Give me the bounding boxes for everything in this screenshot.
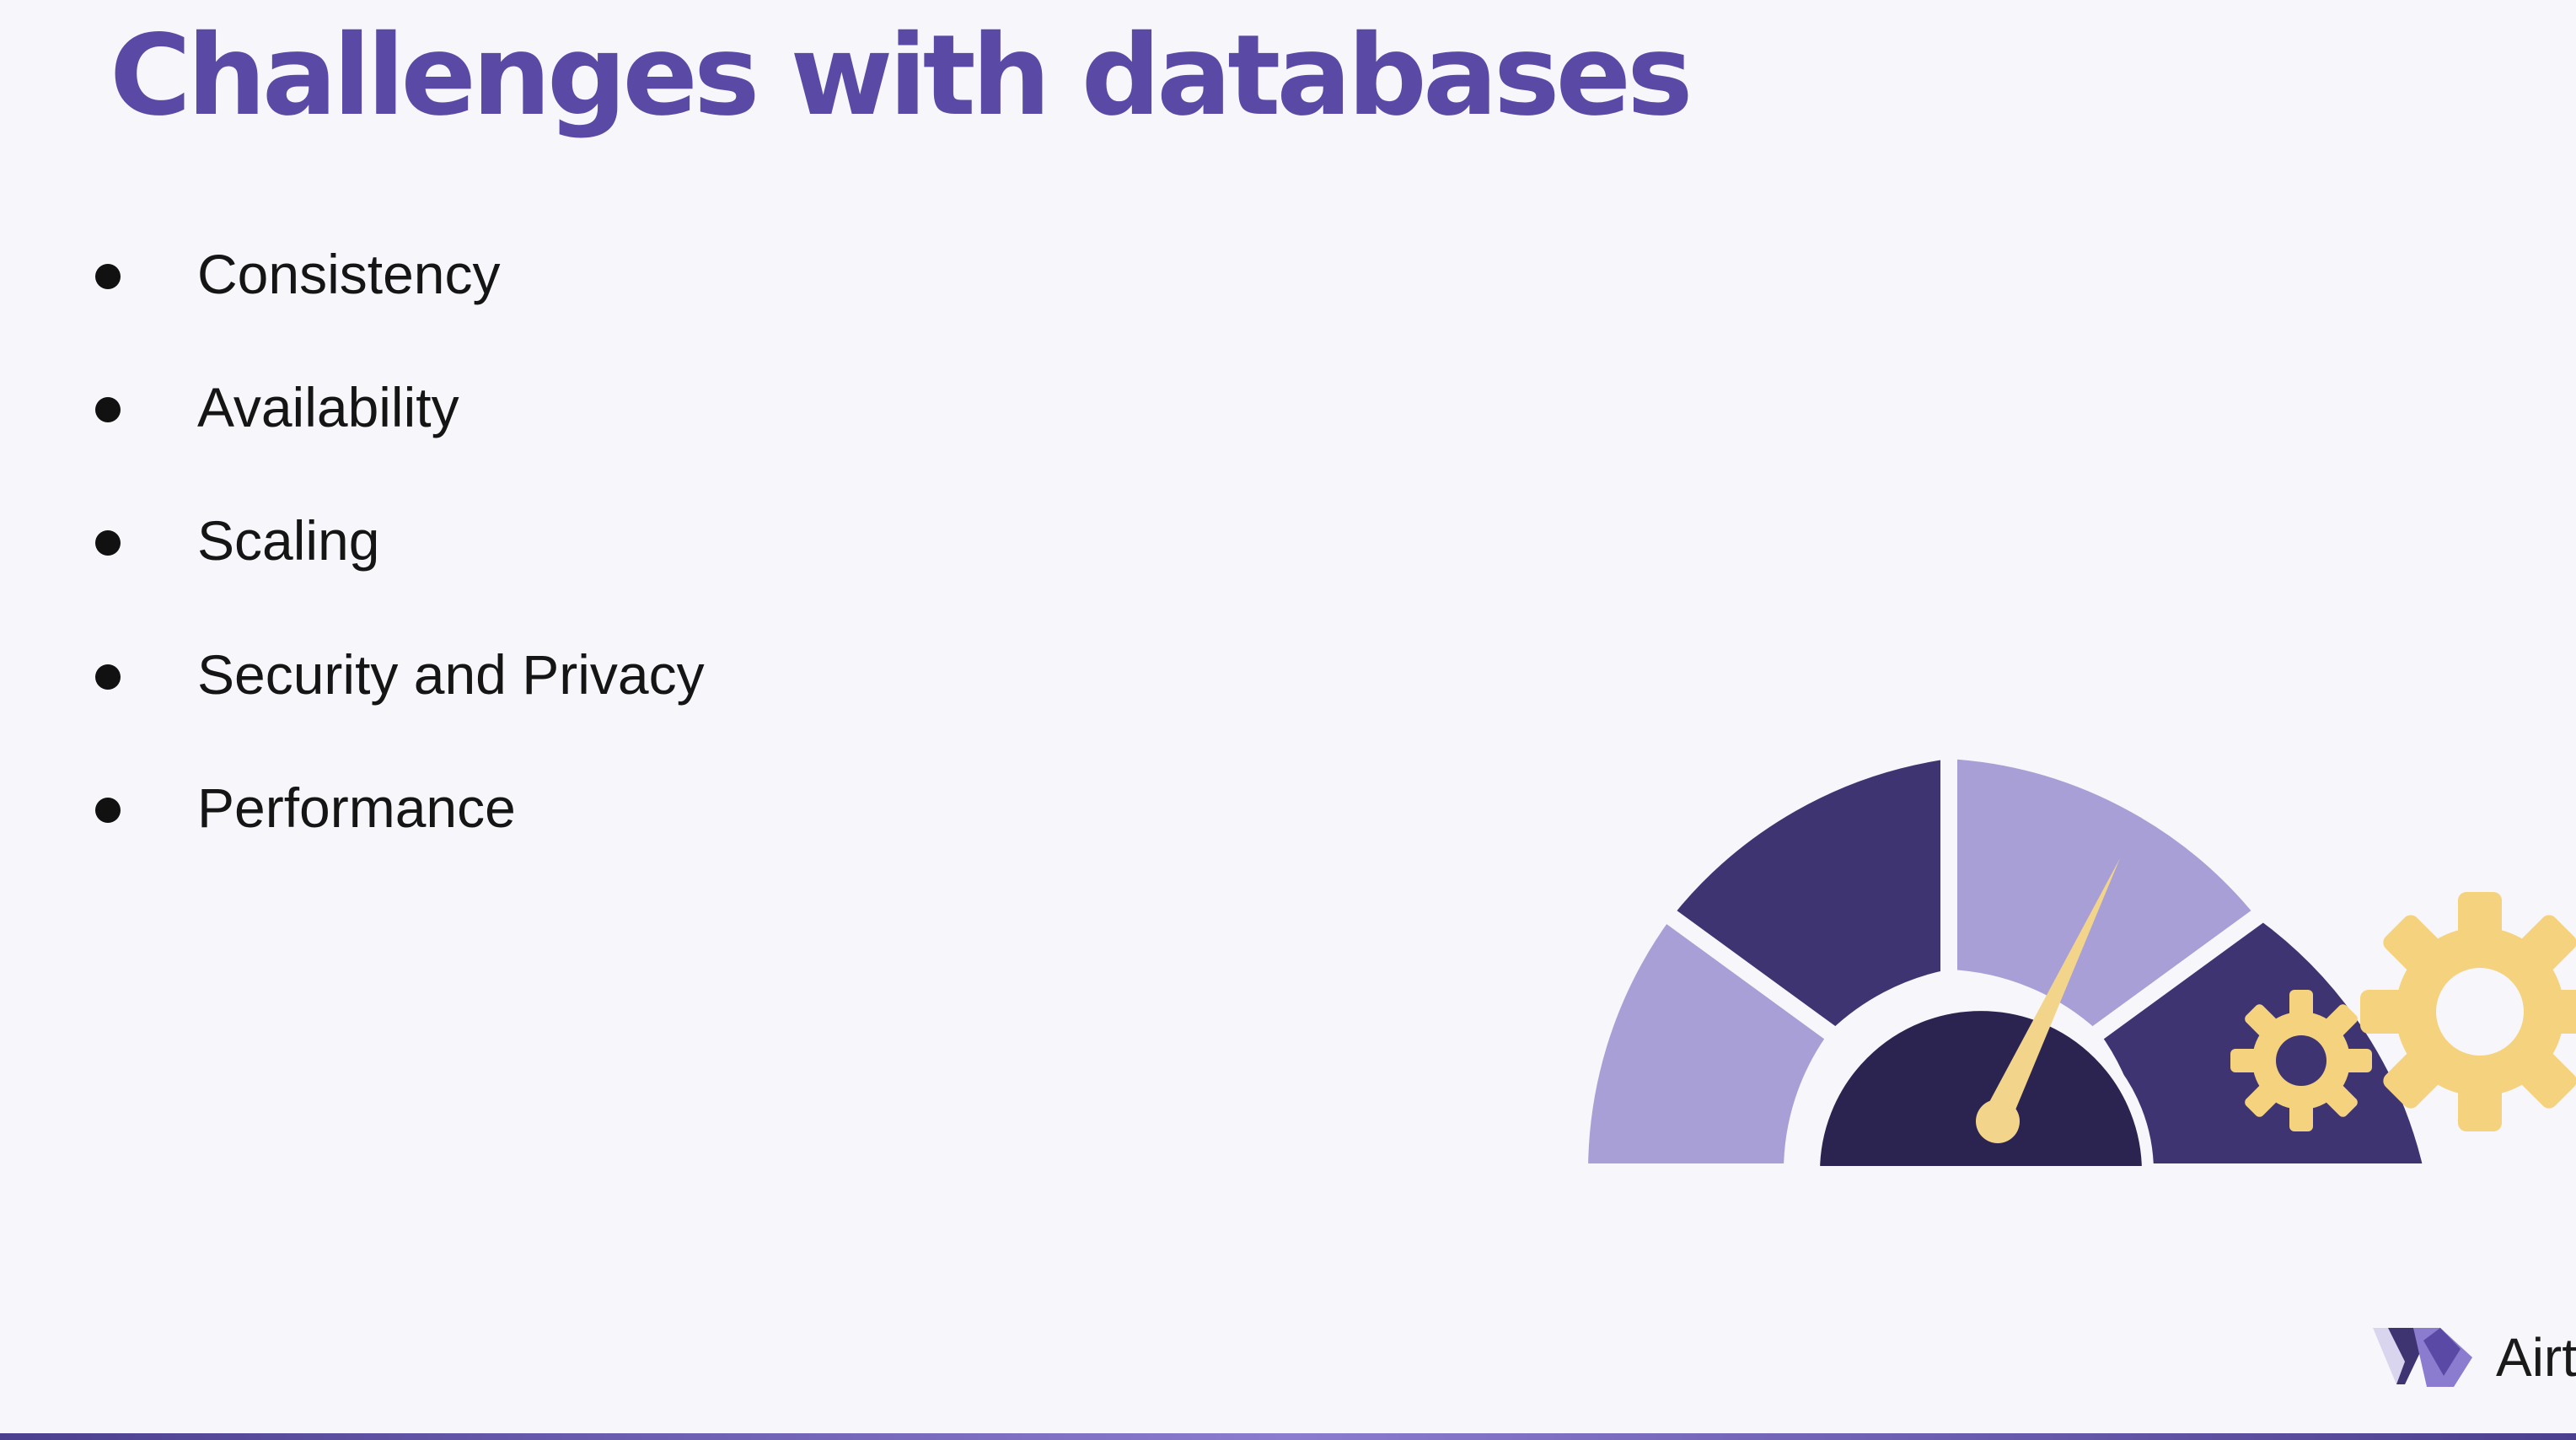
bullet-dot bbox=[95, 264, 121, 289]
gauge-needle-pivot bbox=[1976, 1099, 2020, 1143]
bullet-dot bbox=[95, 530, 121, 556]
bullet-dot bbox=[95, 664, 121, 690]
list-item: Security and Privacy bbox=[0, 632, 927, 717]
list-item: Scaling bbox=[0, 498, 927, 583]
bullet-dot bbox=[95, 798, 121, 823]
bullet-text: Availability bbox=[197, 376, 459, 438]
brand-logo: Airt bbox=[2373, 1319, 2576, 1395]
gear-icon bbox=[2230, 990, 2372, 1131]
list-item: Performance bbox=[0, 766, 927, 850]
bullet-dot bbox=[95, 397, 121, 422]
bullet-text: Security and Privacy bbox=[197, 643, 705, 706]
bullet-text: Scaling bbox=[197, 509, 380, 572]
slide-title: Challenges with databases bbox=[110, 11, 1693, 141]
bottom-accent-bar bbox=[0, 1433, 2576, 1440]
bullet-text: Performance bbox=[197, 776, 516, 839]
logo-icon bbox=[2373, 1328, 2472, 1387]
brand-name: Airt bbox=[2496, 1327, 2576, 1388]
list-item: Consistency bbox=[0, 232, 927, 316]
list-item: Availability bbox=[0, 365, 927, 449]
bullet-text: Consistency bbox=[197, 243, 501, 305]
speedometer-illustration bbox=[1571, 742, 2576, 1180]
